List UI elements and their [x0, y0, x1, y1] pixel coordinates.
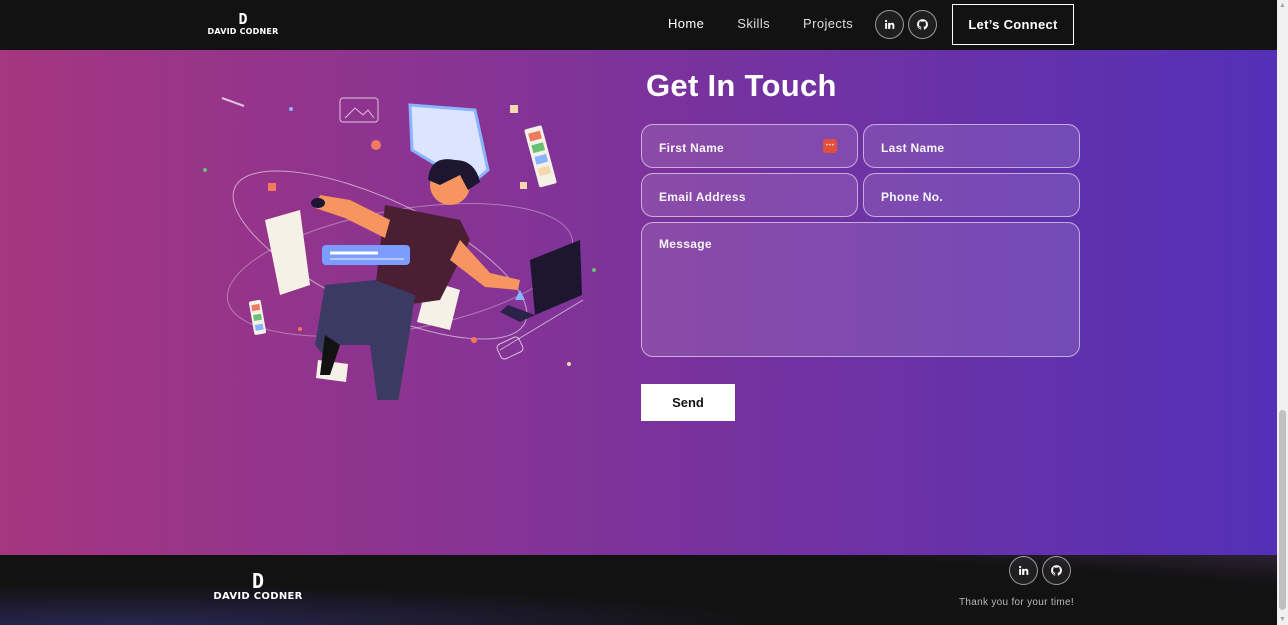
lets-connect-button[interactable]: Let’s Connect [952, 4, 1074, 45]
first-name-field[interactable]: First Name ⋯ [641, 124, 858, 168]
contact-illustration [203, 97, 596, 400]
last-name-field[interactable]: Last Name [863, 124, 1080, 168]
github-icon [917, 19, 928, 30]
github-icon [1051, 565, 1062, 576]
nav-link-skills[interactable]: Skills [737, 16, 770, 31]
message-placeholder: Message [659, 237, 712, 251]
phone-field[interactable]: Phone No. [863, 173, 1080, 217]
logo-name: DAVID CODNER [207, 27, 279, 36]
first-name-placeholder: First Name [659, 141, 725, 155]
footer-logo-letter: D [251, 569, 265, 593]
nav-links: Home Skills Projects [668, 16, 886, 31]
scroll-up-arrow-icon[interactable]: ▲ [1279, 2, 1286, 9]
footer-github-button[interactable] [1042, 556, 1071, 585]
last-name-placeholder: Last Name [881, 141, 945, 155]
navbar-linkedin-button[interactable] [875, 10, 904, 39]
navbar: D DAVID CODNER Home Skills Projects Let’… [0, 0, 1277, 50]
autofill-icon[interactable]: ⋯ [823, 139, 837, 153]
contact-title: Get In Touch [646, 68, 837, 103]
nav-link-projects[interactable]: Projects [803, 16, 853, 31]
send-button[interactable]: Send [641, 384, 735, 421]
navbar-github-button[interactable] [908, 10, 937, 39]
nav-link-home[interactable]: Home [668, 16, 704, 31]
linkedin-icon [1019, 565, 1029, 575]
contact-section: Get In Touch First Name ⋯ Last Name Emai… [0, 50, 1277, 555]
page-scrollbar[interactable]: ▲ ▼ [1277, 0, 1288, 625]
footer-logo-name: DAVID CODNER [213, 591, 303, 602]
scrollbar-thumb[interactable] [1279, 410, 1286, 610]
scroll-down-arrow-icon[interactable]: ▼ [1279, 616, 1286, 623]
logo-letter: D [238, 10, 248, 28]
footer-linkedin-button[interactable] [1009, 556, 1038, 585]
linkedin-icon [885, 19, 895, 29]
email-placeholder: Email Address [659, 190, 746, 204]
message-textarea[interactable]: Message [641, 222, 1080, 357]
footer: D DAVID CODNER Thank you for your time! [0, 555, 1277, 625]
footer-logo[interactable]: D DAVID CODNER [208, 571, 308, 603]
brand-logo[interactable]: D DAVID CODNER [207, 12, 279, 38]
phone-placeholder: Phone No. [881, 190, 944, 204]
email-field[interactable]: Email Address [641, 173, 858, 217]
footer-thanks-text: Thank you for your time! [958, 597, 1074, 608]
